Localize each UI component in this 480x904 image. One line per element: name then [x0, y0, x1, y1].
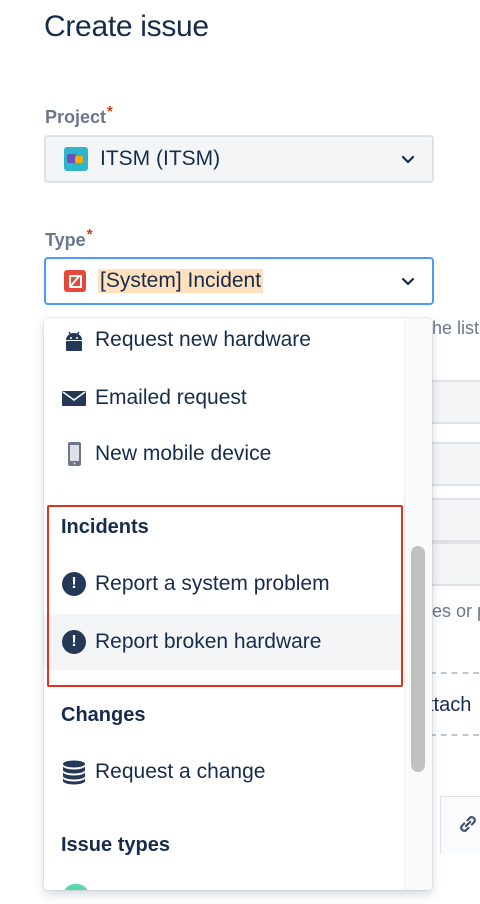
- background-hint-text: es or p: [432, 601, 480, 621]
- incidents-highlight-box: [47, 505, 403, 687]
- option-label: Emailed request: [95, 386, 247, 409]
- option-label: Request a change: [95, 760, 266, 783]
- chevron-down-icon: [401, 155, 415, 164]
- attachment-dropzone-border: [430, 672, 480, 674]
- attach-text[interactable]: ttach: [428, 694, 471, 717]
- incident-icon: [64, 270, 86, 292]
- group-heading-changes: Changes: [61, 704, 146, 726]
- option-emailed-request[interactable]: Emailed request: [44, 370, 402, 426]
- envelope-icon: [61, 385, 87, 411]
- issue-type-icon: [63, 884, 89, 890]
- project-label: Project*: [45, 103, 113, 128]
- project-avatar-icon: [64, 147, 88, 171]
- chevron-down-icon: [401, 277, 415, 286]
- project-select[interactable]: ITSM (ITSM): [44, 135, 434, 183]
- mobile-phone-icon: [61, 441, 87, 467]
- group-heading-issue-types: Issue types: [61, 834, 170, 856]
- editor-toolbar: [440, 796, 480, 854]
- option-label: New mobile device: [95, 442, 272, 465]
- option-request-new-hardware[interactable]: Request new hardware: [44, 318, 402, 368]
- background-hint-text: he list: [432, 318, 480, 338]
- background-input[interactable]: [430, 380, 480, 424]
- database-icon: [61, 759, 87, 785]
- project-label-text: Project: [45, 107, 107, 127]
- type-select[interactable]: [System] Incident: [44, 257, 434, 305]
- android-icon: [61, 327, 87, 353]
- required-marker: *: [86, 226, 93, 243]
- page-title: Create issue: [44, 10, 209, 43]
- background-input[interactable]: [430, 542, 480, 586]
- option-label: Request new hardware: [95, 328, 311, 351]
- project-select-value: ITSM (ITSM): [100, 147, 221, 170]
- background-input[interactable]: [430, 442, 480, 486]
- background-input[interactable]: [430, 498, 480, 542]
- required-marker: *: [107, 103, 113, 120]
- option-request-a-change[interactable]: Request a change: [44, 744, 402, 800]
- link-icon[interactable]: [455, 811, 480, 837]
- type-select-value: [System] Incident: [98, 269, 264, 293]
- type-label-text: Type: [45, 230, 86, 250]
- attachment-dropzone-border: [430, 734, 480, 736]
- option-new-mobile-device[interactable]: New mobile device: [44, 426, 402, 482]
- type-label: Type*: [45, 226, 93, 251]
- dropdown-scrollbar-thumb[interactable]: [411, 546, 425, 772]
